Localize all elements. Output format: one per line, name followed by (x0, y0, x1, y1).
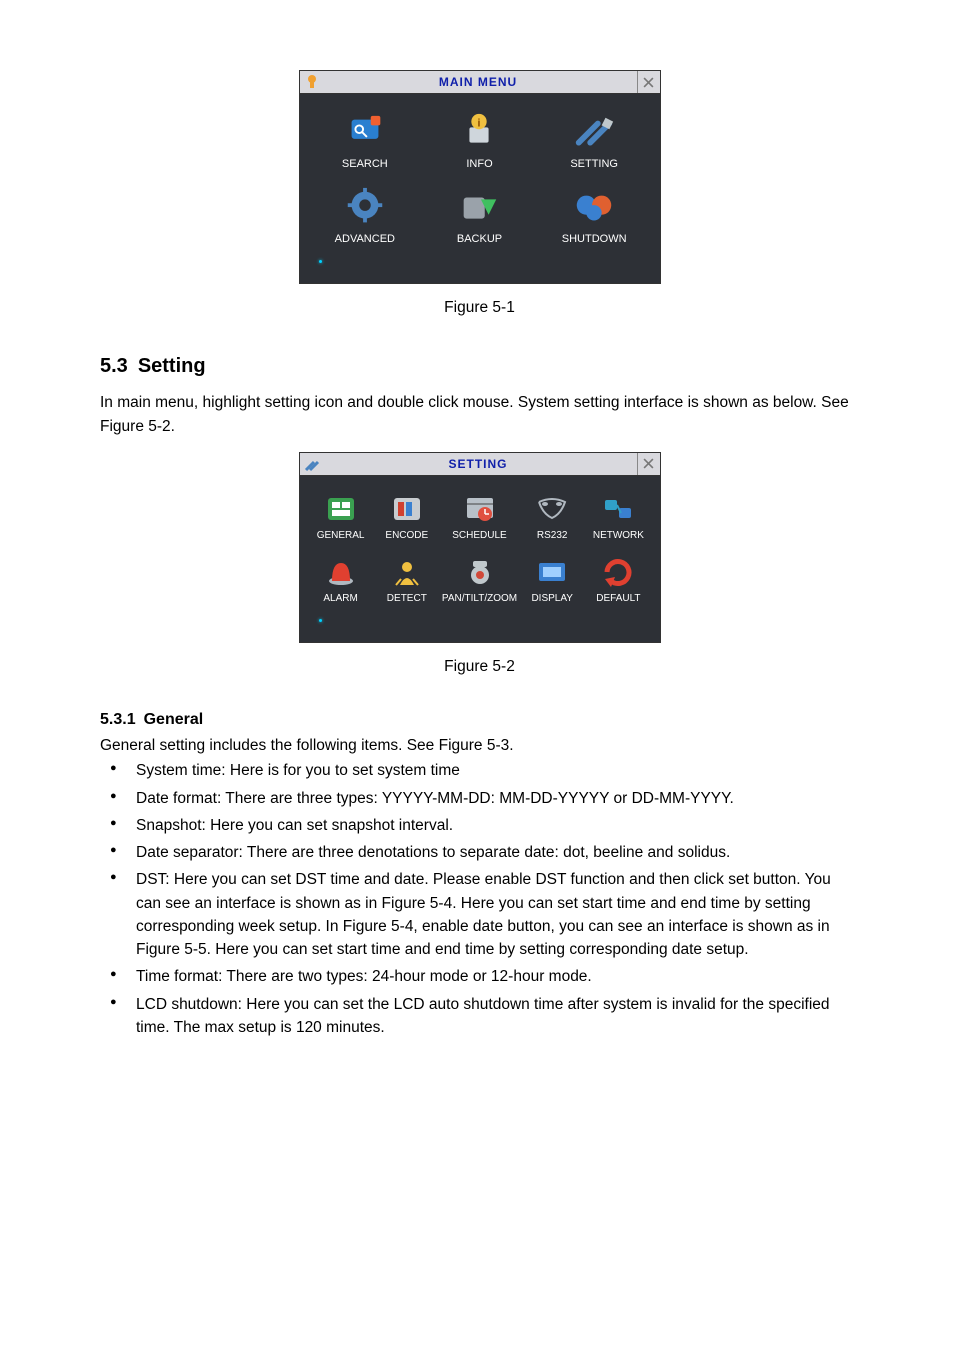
figure-caption: Figure 5-1 (100, 296, 859, 319)
menu-item-advanced[interactable]: ADVANCED (310, 187, 421, 248)
default-icon (601, 557, 635, 587)
display-icon (535, 557, 569, 587)
titlebar-icon (304, 74, 320, 90)
menu-label: SEARCH (342, 156, 388, 173)
menu-item-info[interactable]: i INFO (424, 112, 535, 173)
setting-item-display[interactable]: DISPLAY (521, 557, 583, 606)
window-footer (310, 606, 650, 638)
titlebar-icon (304, 456, 320, 472)
setting-window: SETTING GENERAL ENCODE SCHEDULE RS232 (299, 452, 661, 643)
menu-label: ALARM (323, 591, 357, 606)
menu-label: DISPLAY (531, 591, 573, 606)
setting-item-encode[interactable]: ENCODE (376, 494, 438, 543)
window-title: MAIN MENU (320, 73, 637, 91)
setting-item-schedule[interactable]: SCHEDULE (442, 494, 517, 543)
close-icon[interactable] (637, 453, 660, 475)
window-titlebar: SETTING (300, 453, 660, 476)
cursor-icon (316, 257, 328, 269)
menu-item-search[interactable]: SEARCH (310, 112, 421, 173)
menu-label: NETWORK (593, 528, 644, 543)
list-item: Snapshot: Here you can set snapshot inte… (100, 814, 859, 837)
menu-item-shutdown[interactable]: SHUTDOWN (539, 187, 650, 248)
intro-para-53: In main menu, highlight setting icon and… (100, 391, 859, 438)
close-icon[interactable] (637, 71, 660, 93)
menu-label: PAN/TILT/ZOOM (442, 591, 517, 606)
menu-label: DETECT (387, 591, 427, 606)
heading-531: 5.3.1 General (100, 708, 859, 732)
menu-label: INFO (466, 156, 492, 173)
window-body: GENERAL ENCODE SCHEDULE RS232 NETWORK AL… (300, 476, 660, 642)
main-menu-window: MAIN MENU SEARCH i INFO SETTING ADVANCED (299, 70, 661, 284)
list-item: Time format: There are two types: 24-hou… (100, 965, 859, 988)
search-icon (342, 112, 388, 150)
menu-item-backup[interactable]: BACKUP (424, 187, 535, 248)
alarm-icon (324, 557, 358, 587)
advanced-icon (342, 187, 388, 225)
menu-label: GENERAL (317, 528, 365, 543)
heading-title: General (144, 711, 204, 728)
list-item: DST: Here you can set DST time and date.… (100, 868, 859, 961)
main-menu-grid: SEARCH i INFO SETTING ADVANCED BACKUP SH… (310, 112, 650, 247)
heading-number: 5.3.1 (100, 711, 136, 728)
window-title: SETTING (320, 455, 637, 473)
window-titlebar: MAIN MENU (300, 71, 660, 94)
setting-item-general[interactable]: GENERAL (310, 494, 372, 543)
setting-item-rs232[interactable]: RS232 (521, 494, 583, 543)
cursor-icon (316, 616, 328, 628)
menu-item-setting[interactable]: SETTING (539, 112, 650, 173)
menu-label: RS232 (537, 528, 568, 543)
setting-item-detect[interactable]: DETECT (376, 557, 438, 606)
network-icon (601, 494, 635, 524)
setting-item-network[interactable]: NETWORK (587, 494, 649, 543)
list-item: Date format: There are three types: YYYY… (100, 787, 859, 810)
heading-title: Setting (138, 355, 206, 377)
menu-label: DEFAULT (596, 591, 640, 606)
setting-item-alarm[interactable]: ALARM (310, 557, 372, 606)
svg-text:i: i (478, 117, 481, 129)
rs232-icon (535, 494, 569, 524)
schedule-icon (463, 494, 497, 524)
list-item: System time: Here is for you to set syst… (100, 759, 859, 782)
menu-label: SHUTDOWN (562, 231, 627, 248)
backup-icon (456, 187, 502, 225)
menu-label: SETTING (570, 156, 618, 173)
encode-icon (390, 494, 424, 524)
window-body: SEARCH i INFO SETTING ADVANCED BACKUP SH… (300, 94, 660, 283)
menu-label: BACKUP (457, 231, 502, 248)
figure-caption: Figure 5-2 (100, 655, 859, 678)
heading-number: 5.3 (100, 355, 128, 377)
general-bullet-list: System time: Here is for you to set syst… (100, 759, 859, 1039)
window-footer (310, 247, 650, 279)
setting-item-default[interactable]: DEFAULT (587, 557, 649, 606)
menu-label: ADVANCED (335, 231, 395, 248)
setting-item-ptz[interactable]: PAN/TILT/ZOOM (442, 557, 517, 606)
intro-para-531: General setting includes the following i… (100, 734, 859, 757)
menu-label: ENCODE (385, 528, 428, 543)
menu-label: SCHEDULE (452, 528, 506, 543)
shutdown-icon (571, 187, 617, 225)
general-icon (324, 494, 358, 524)
heading-53: 5.3 Setting (100, 351, 859, 381)
setting-grid: GENERAL ENCODE SCHEDULE RS232 NETWORK AL… (310, 494, 650, 606)
list-item: Date separator: There are three denotati… (100, 841, 859, 864)
info-icon: i (456, 112, 502, 150)
list-item: LCD shutdown: Here you can set the LCD a… (100, 993, 859, 1040)
ptz-icon (463, 557, 497, 587)
detect-icon (390, 557, 424, 587)
setting-icon (571, 112, 617, 150)
